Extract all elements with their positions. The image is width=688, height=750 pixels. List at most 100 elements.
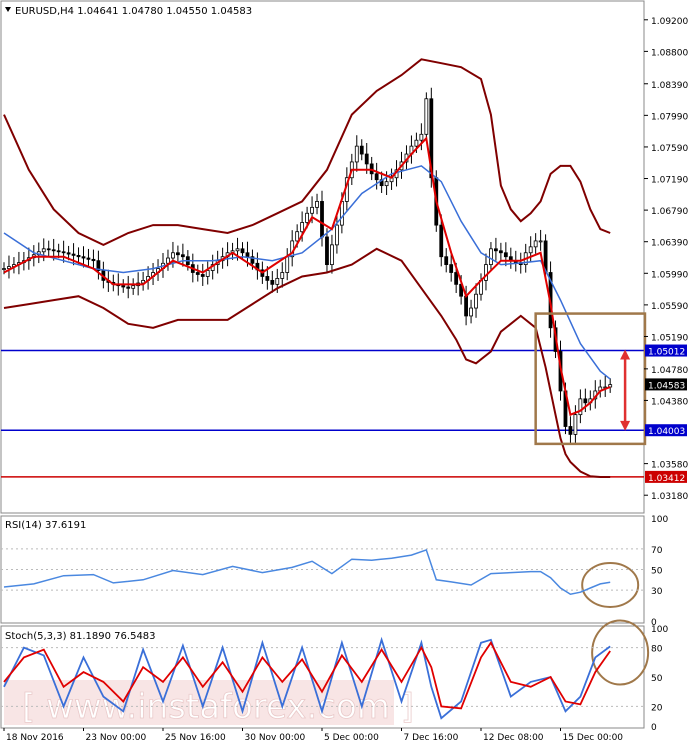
candle-body xyxy=(56,250,61,253)
candle-body xyxy=(76,254,81,258)
candle-body xyxy=(235,248,240,252)
time-tick-label: 30 Nov 00:00 xyxy=(245,733,306,743)
price-tick-label: 1.04380 xyxy=(651,397,688,407)
stoch-tick-label: 80 xyxy=(651,645,663,655)
time-tick-label: 15 Dec 00:00 xyxy=(563,733,624,743)
candle-body xyxy=(354,145,359,163)
price-scale-label: 1.04003 xyxy=(648,427,685,437)
stoch-tick-label: 50 xyxy=(651,674,663,684)
candle-body xyxy=(578,398,583,416)
candle-body xyxy=(568,426,573,435)
price-tick-label: 1.05990 xyxy=(651,270,688,280)
rsi-tick-label: 30 xyxy=(651,587,663,597)
candle-body xyxy=(270,280,275,285)
candle-body xyxy=(126,286,131,289)
candle-body xyxy=(46,248,51,251)
candle-body xyxy=(528,246,533,254)
candle-body xyxy=(315,201,319,208)
price-tick-label: 1.07590 xyxy=(651,144,688,154)
candle-body xyxy=(325,236,329,266)
candle-body xyxy=(474,293,478,309)
candle-body xyxy=(359,145,364,155)
candle-body xyxy=(469,307,473,317)
candle-body xyxy=(449,264,454,273)
candle-body xyxy=(464,295,468,317)
price-tick-label: 1.05190 xyxy=(651,333,688,343)
candle-body xyxy=(305,212,309,223)
stoch-tick-label: 0 xyxy=(651,723,657,733)
candle-body xyxy=(205,270,210,277)
rsi-tick-label: 50 xyxy=(651,567,663,577)
candle-body xyxy=(265,276,270,281)
candle-body xyxy=(374,173,379,181)
candle-body xyxy=(444,256,449,266)
candle-body xyxy=(484,264,488,281)
price-tick-label: 1.07190 xyxy=(651,176,688,186)
price-tick-label: 1.05590 xyxy=(651,302,688,312)
candle-body xyxy=(494,248,498,252)
candle-body xyxy=(424,98,429,135)
time-tick-label: 5 Dec 00:00 xyxy=(324,733,379,743)
price-tick-label: 1.03580 xyxy=(651,461,688,471)
time-tick-label: 7 Dec 16:00 xyxy=(404,733,459,743)
price-scale-label: 1.04583 xyxy=(648,381,685,391)
candle-body xyxy=(310,206,314,214)
candle-body xyxy=(86,257,91,260)
price-scale-label: 1.05012 xyxy=(648,348,685,358)
price-tick-label: 1.07990 xyxy=(651,112,688,122)
chart-svg: [ www.instaforex.com ] 1.09200 1.08800 1.0… xyxy=(0,0,688,743)
price-tick-label: 1.09200 xyxy=(651,17,688,27)
candle-body xyxy=(240,248,245,254)
price-tick-label: 1.08390 xyxy=(651,81,688,91)
price-tick-label: 1.04780 xyxy=(651,366,688,376)
chart-title: EURUSD,H4 1.04641 1.04780 1.04550 1.0458… xyxy=(15,6,252,17)
time-tick-label: 12 Dec 08:00 xyxy=(483,733,544,743)
candle-body xyxy=(285,256,290,273)
candle-body xyxy=(489,248,493,266)
price-scale-label: 1.03412 xyxy=(648,474,685,484)
rsi-tick-label: 70 xyxy=(651,546,663,556)
candle-body xyxy=(439,224,444,258)
candle-body xyxy=(384,181,389,187)
candle-body xyxy=(121,285,126,288)
candle-body xyxy=(51,249,56,252)
candle-body xyxy=(533,240,538,248)
candle-body xyxy=(419,133,424,141)
candle-body xyxy=(180,254,185,258)
candle-body xyxy=(131,285,136,289)
svg-text:[ www.instaforex.com ]: [ www.instaforex.com ] xyxy=(22,687,414,727)
candle-body xyxy=(61,251,66,254)
candle-body xyxy=(66,252,71,255)
candle-body xyxy=(503,252,508,258)
candle-body xyxy=(200,274,205,277)
stoch-label: Stoch(5,3,3) 81.1890 76.5483 xyxy=(5,631,156,642)
candle-body xyxy=(171,252,175,259)
candle-body xyxy=(300,222,305,233)
candle-body xyxy=(91,258,96,262)
time-tick-label: 18 Nov 2016 xyxy=(6,733,64,743)
candle-body xyxy=(245,252,250,258)
candle-body xyxy=(41,248,46,253)
stoch-tick-label: 20 xyxy=(651,703,663,713)
candle-body xyxy=(573,414,578,435)
price-tick-label: 1.08800 xyxy=(651,48,688,58)
candle-body xyxy=(538,240,543,243)
candle-body xyxy=(320,201,324,238)
candle-body xyxy=(195,272,200,275)
price-panel-frame xyxy=(0,0,645,514)
chart-window: [ www.instaforex.com ] 1.09200 1.08800 1.0… xyxy=(0,0,688,745)
candle-body xyxy=(176,252,180,256)
time-tick-label: 23 Nov 00:00 xyxy=(86,733,147,743)
rsi-label: RSI(14) 37.6191 xyxy=(5,520,86,531)
candle-body xyxy=(364,153,369,165)
candle-body xyxy=(335,224,339,246)
candle-body xyxy=(280,272,285,279)
candle-body xyxy=(275,278,280,285)
candle-body xyxy=(498,250,503,254)
price-tick-label: 1.06390 xyxy=(651,239,688,249)
candle-body xyxy=(583,398,588,404)
price-tick-label: 1.03180 xyxy=(651,492,688,502)
candle-body xyxy=(330,244,334,266)
candle-body xyxy=(414,139,419,147)
rsi-tick-label: 100 xyxy=(651,515,668,525)
